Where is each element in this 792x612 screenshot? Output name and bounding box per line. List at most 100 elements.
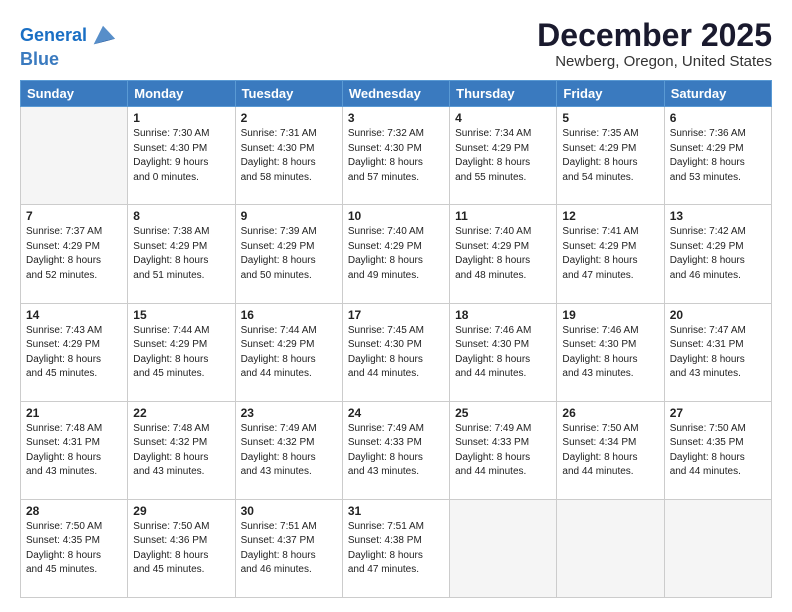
day-number: 4 [455, 111, 551, 125]
day-info: Sunrise: 7:40 AM Sunset: 4:29 PM Dayligh… [348, 225, 444, 283]
calendar-header-row: SundayMondayTuesdayWednesdayThursdayFrid… [21, 81, 772, 107]
logo-text: General [20, 26, 87, 46]
day-info: Sunrise: 7:50 AM Sunset: 4:35 PM Dayligh… [26, 520, 122, 578]
calendar-cell: 4 Sunrise: 7:34 AM Sunset: 4:29 PM Daylig… [450, 107, 557, 205]
calendar-cell: 21 Sunrise: 7:48 AM Sunset: 4:31 PM Dayli… [21, 401, 128, 499]
day-number: 31 [348, 504, 444, 518]
day-number: 24 [348, 406, 444, 420]
day-info: Sunrise: 7:37 AM Sunset: 4:29 PM Dayligh… [26, 225, 122, 283]
day-info: Sunrise: 7:44 AM Sunset: 4:29 PM Dayligh… [241, 324, 337, 382]
day-info: Sunrise: 7:34 AM Sunset: 4:29 PM Dayligh… [455, 127, 551, 185]
day-number: 7 [26, 209, 122, 223]
calendar-cell [557, 499, 664, 597]
calendar-cell: 1 Sunrise: 7:30 AM Sunset: 4:30 PM Daylig… [128, 107, 235, 205]
calendar-cell: 9Sunrise: 7:39 AM Sunset: 4:29 PM Daylig… [235, 205, 342, 303]
calendar-cell: 29 Sunrise: 7:50 AM Sunset: 4:36 PM Dayli… [128, 499, 235, 597]
day-number: 27 [670, 406, 766, 420]
calendar-cell: 23 Sunrise: 7:49 AM Sunset: 4:32 PM Dayli… [235, 401, 342, 499]
day-number: 21 [26, 406, 122, 420]
calendar-week-row: 7 Sunrise: 7:37 AM Sunset: 4:29 PM Daylig… [21, 205, 772, 303]
calendar-week-row: 28 Sunrise: 7:50 AM Sunset: 4:35 PM Dayli… [21, 499, 772, 597]
day-info: Sunrise: 7:50 AM Sunset: 4:36 PM Dayligh… [133, 520, 229, 578]
day-number: 14 [26, 308, 122, 322]
calendar-cell: 10Sunrise: 7:40 AM Sunset: 4:29 PM Dayli… [342, 205, 449, 303]
day-info: Sunrise: 7:49 AM Sunset: 4:32 PM Dayligh… [241, 422, 337, 480]
day-number: 16 [241, 308, 337, 322]
day-info: Sunrise: 7:45 AM Sunset: 4:30 PM Dayligh… [348, 324, 444, 382]
day-number: 30 [241, 504, 337, 518]
day-info: Sunrise: 7:42 AM Sunset: 4:29 PM Dayligh… [670, 225, 766, 283]
day-number: 28 [26, 504, 122, 518]
day-info: Sunrise: 7:36 AM Sunset: 4:29 PM Dayligh… [670, 127, 766, 185]
calendar-header-thursday: Thursday [450, 81, 557, 107]
day-info: Sunrise: 7:41 AM Sunset: 4:29 PM Dayligh… [562, 225, 658, 283]
day-number: 25 [455, 406, 551, 420]
calendar-cell: 13 Sunrise: 7:42 AM Sunset: 4:29 PM Dayli… [664, 205, 771, 303]
day-number: 11 [455, 209, 551, 223]
calendar-cell: 2Sunrise: 7:31 AM Sunset: 4:30 PM Daylig… [235, 107, 342, 205]
calendar-cell: 14 Sunrise: 7:43 AM Sunset: 4:29 PM Dayli… [21, 303, 128, 401]
day-info: Sunrise: 7:44 AM Sunset: 4:29 PM Dayligh… [133, 324, 229, 382]
day-info: Sunrise: 7:46 AM Sunset: 4:30 PM Dayligh… [455, 324, 551, 382]
calendar-header-tuesday: Tuesday [235, 81, 342, 107]
day-number: 20 [670, 308, 766, 322]
day-info: Sunrise: 7:35 AM Sunset: 4:29 PM Dayligh… [562, 127, 658, 185]
day-info: Sunrise: 7:39 AM Sunset: 4:29 PM Dayligh… [241, 225, 337, 283]
calendar-cell: 16 Sunrise: 7:44 AM Sunset: 4:29 PM Dayli… [235, 303, 342, 401]
day-info: Sunrise: 7:49 AM Sunset: 4:33 PM Dayligh… [348, 422, 444, 480]
day-info: Sunrise: 7:48 AM Sunset: 4:31 PM Dayligh… [26, 422, 122, 480]
calendar-header-monday: Monday [128, 81, 235, 107]
day-number: 6 [670, 111, 766, 125]
calendar-week-row: 1 Sunrise: 7:30 AM Sunset: 4:30 PM Daylig… [21, 107, 772, 205]
logo-icon [89, 22, 117, 50]
calendar-cell: 22 Sunrise: 7:48 AM Sunset: 4:32 PM Dayli… [128, 401, 235, 499]
day-number: 5 [562, 111, 658, 125]
calendar-header-saturday: Saturday [664, 81, 771, 107]
day-info: Sunrise: 7:30 AM Sunset: 4:30 PM Dayligh… [133, 127, 229, 185]
calendar-cell: 6 Sunrise: 7:36 AM Sunset: 4:29 PM Daylig… [664, 107, 771, 205]
calendar-cell [21, 107, 128, 205]
day-info: Sunrise: 7:43 AM Sunset: 4:29 PM Dayligh… [26, 324, 122, 382]
calendar-cell: 7 Sunrise: 7:37 AM Sunset: 4:29 PM Daylig… [21, 205, 128, 303]
calendar-cell: 15Sunrise: 7:44 AM Sunset: 4:29 PM Dayli… [128, 303, 235, 401]
calendar-cell: 28 Sunrise: 7:50 AM Sunset: 4:35 PM Dayli… [21, 499, 128, 597]
calendar-cell: 27 Sunrise: 7:50 AM Sunset: 4:35 PM Dayli… [664, 401, 771, 499]
subtitle: Newberg, Oregon, United States [537, 53, 772, 70]
day-number: 13 [670, 209, 766, 223]
day-info: Sunrise: 7:46 AM Sunset: 4:30 PM Dayligh… [562, 324, 658, 382]
day-info: Sunrise: 7:51 AM Sunset: 4:38 PM Dayligh… [348, 520, 444, 578]
calendar-cell: 26Sunrise: 7:50 AM Sunset: 4:34 PM Dayli… [557, 401, 664, 499]
day-info: Sunrise: 7:48 AM Sunset: 4:32 PM Dayligh… [133, 422, 229, 480]
calendar-header-wednesday: Wednesday [342, 81, 449, 107]
day-info: Sunrise: 7:32 AM Sunset: 4:30 PM Dayligh… [348, 127, 444, 185]
calendar-cell: 3Sunrise: 7:32 AM Sunset: 4:30 PM Daylig… [342, 107, 449, 205]
calendar-cell: 18Sunrise: 7:46 AM Sunset: 4:30 PM Dayli… [450, 303, 557, 401]
day-info: Sunrise: 7:50 AM Sunset: 4:34 PM Dayligh… [562, 422, 658, 480]
main-title: December 2025 [537, 18, 772, 53]
day-number: 8 [133, 209, 229, 223]
header: General Blue December 2025 Newberg, Oreg… [20, 18, 772, 70]
day-number: 17 [348, 308, 444, 322]
calendar-cell [450, 499, 557, 597]
calendar-week-row: 14 Sunrise: 7:43 AM Sunset: 4:29 PM Dayli… [21, 303, 772, 401]
calendar-cell: 31 Sunrise: 7:51 AM Sunset: 4:38 PM Dayli… [342, 499, 449, 597]
day-info: Sunrise: 7:38 AM Sunset: 4:29 PM Dayligh… [133, 225, 229, 283]
day-number: 12 [562, 209, 658, 223]
calendar-cell: 20 Sunrise: 7:47 AM Sunset: 4:31 PM Dayli… [664, 303, 771, 401]
day-info: Sunrise: 7:40 AM Sunset: 4:29 PM Dayligh… [455, 225, 551, 283]
day-number: 1 [133, 111, 229, 125]
day-info: Sunrise: 7:47 AM Sunset: 4:31 PM Dayligh… [670, 324, 766, 382]
calendar-cell: 12 Sunrise: 7:41 AM Sunset: 4:29 PM Dayli… [557, 205, 664, 303]
day-number: 23 [241, 406, 337, 420]
calendar-header-sunday: Sunday [21, 81, 128, 107]
day-number: 19 [562, 308, 658, 322]
calendar: SundayMondayTuesdayWednesdayThursdayFrid… [20, 80, 772, 598]
calendar-cell: 30Sunrise: 7:51 AM Sunset: 4:37 PM Dayli… [235, 499, 342, 597]
calendar-week-row: 21 Sunrise: 7:48 AM Sunset: 4:31 PM Dayli… [21, 401, 772, 499]
day-number: 29 [133, 504, 229, 518]
day-info: Sunrise: 7:50 AM Sunset: 4:35 PM Dayligh… [670, 422, 766, 480]
calendar-cell: 17 Sunrise: 7:45 AM Sunset: 4:30 PM Dayli… [342, 303, 449, 401]
calendar-cell: 11 Sunrise: 7:40 AM Sunset: 4:29 PM Dayli… [450, 205, 557, 303]
day-number: 22 [133, 406, 229, 420]
calendar-cell: 8 Sunrise: 7:38 AM Sunset: 4:29 PM Daylig… [128, 205, 235, 303]
